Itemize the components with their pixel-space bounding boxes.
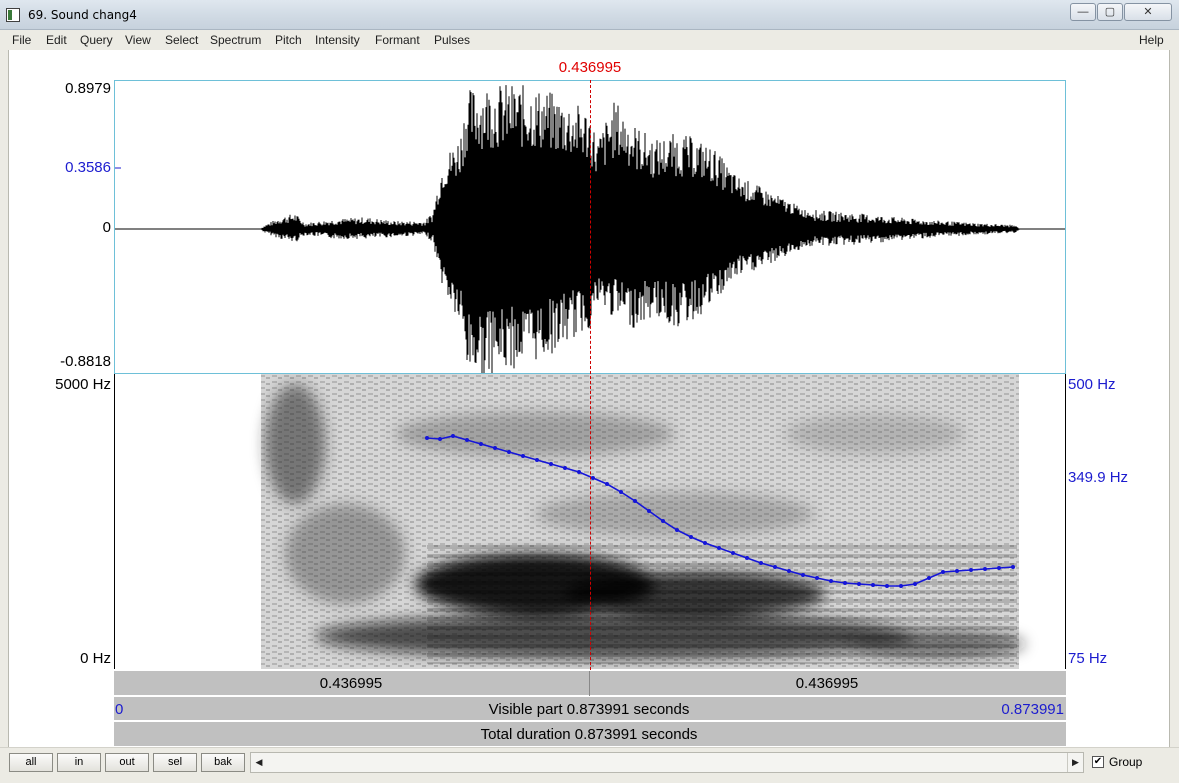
maximize-button[interactable]: ▢ xyxy=(1097,3,1123,21)
pitch-point xyxy=(829,579,833,583)
pitch-point xyxy=(857,582,861,586)
close-button[interactable]: ✕ xyxy=(1124,3,1172,21)
menu-file[interactable]: File xyxy=(12,33,31,47)
visible-part-label: Visible part 0.873991 seconds xyxy=(488,701,690,718)
pitch-max-label: 500 Hz xyxy=(1068,376,1116,393)
menu-select[interactable]: Select xyxy=(165,33,198,47)
waveform-max-label: 0.8979 xyxy=(65,80,111,97)
pitch-point xyxy=(815,576,819,580)
zoom-selection-button[interactable]: sel xyxy=(153,753,197,772)
pitch-point xyxy=(465,438,469,442)
pitch-point xyxy=(745,556,749,560)
zoom-all-button[interactable]: all xyxy=(9,753,53,772)
pitch-point xyxy=(899,584,903,588)
group-checkbox-label: Group xyxy=(1109,755,1143,769)
pitch-point xyxy=(717,546,721,550)
scroll-left-icon[interactable]: ◀ xyxy=(251,753,267,772)
pitch-point xyxy=(591,476,595,480)
menu-query[interactable]: Query xyxy=(80,33,113,47)
pitch-point xyxy=(1011,565,1015,569)
pitch-point xyxy=(605,482,609,486)
pitch-point xyxy=(997,566,1001,570)
scroll-right-icon[interactable]: ▶ xyxy=(1067,753,1083,772)
pitch-point xyxy=(927,576,931,580)
pitch-point xyxy=(535,458,539,462)
right-segment-duration[interactable]: 0.436995 xyxy=(796,675,859,692)
pitch-point xyxy=(521,454,525,458)
pitch-point xyxy=(675,528,679,532)
pitch-point xyxy=(451,434,455,438)
menu-edit[interactable]: Edit xyxy=(46,33,67,47)
pitch-point xyxy=(787,569,791,573)
left-segment-duration[interactable]: 0.436995 xyxy=(320,675,383,692)
pitch-point xyxy=(801,573,805,577)
pitch-point xyxy=(885,584,889,588)
cursor-time-label: 0.436995 xyxy=(558,59,622,76)
pitch-value-label: 349.9 Hz xyxy=(1068,469,1129,486)
horizontal-scrollbar[interactable]: ◀ ▶ xyxy=(250,752,1084,773)
pitch-point xyxy=(479,442,483,446)
pitch-point xyxy=(983,567,987,571)
bottom-toolbar: all in out sel bak ◀ ▶ ✔ Group xyxy=(0,747,1179,783)
window-title: 69. Sound chang4 xyxy=(28,8,137,22)
pitch-min-label: 75 Hz xyxy=(1068,650,1108,667)
menu-pitch[interactable]: Pitch xyxy=(275,33,302,47)
pitch-point xyxy=(425,436,429,440)
pitch-point xyxy=(843,581,847,585)
pitch-point xyxy=(563,466,567,470)
pitch-point xyxy=(941,570,945,574)
pitch-point xyxy=(549,462,553,466)
total-duration-bar[interactable]: Total duration 0.873991 seconds xyxy=(114,721,1066,746)
praat-app-icon xyxy=(6,8,20,22)
pitch-point xyxy=(493,446,497,450)
pitch-point xyxy=(619,490,623,494)
spectrogram-freq-max-label: 5000 Hz xyxy=(55,376,111,393)
menu-spectrum[interactable]: Spectrum xyxy=(210,33,261,47)
pitch-point xyxy=(871,583,875,587)
minimize-button[interactable]: — xyxy=(1070,3,1096,21)
pitch-point xyxy=(438,437,442,441)
pitch-point xyxy=(759,561,763,565)
pitch-point xyxy=(647,509,651,513)
menu-intensity[interactable]: Intensity xyxy=(315,33,360,47)
waveform-zero-label: 0 xyxy=(102,219,111,236)
zoom-back-button[interactable]: bak xyxy=(201,753,245,772)
pitch-point xyxy=(577,470,581,474)
cursor-line xyxy=(590,80,591,670)
title-bar: 69. Sound chang4 — ▢ ✕ xyxy=(0,0,1179,30)
menu-formant[interactable]: Formant xyxy=(375,33,420,47)
zoom-out-button[interactable]: out xyxy=(105,753,149,772)
waveform-min-label: -0.8818 xyxy=(60,353,111,370)
visible-start-time: 0 xyxy=(115,701,124,718)
segment-divider xyxy=(589,671,590,696)
menu-view[interactable]: View xyxy=(125,33,151,47)
menu-bar: File Edit Query View Select Spectrum Pit… xyxy=(0,30,1179,50)
pitch-point xyxy=(913,582,917,586)
selection-time-bar[interactable]: 0.436995 0.436995 xyxy=(114,670,1066,696)
waveform-value-label: 0.3586 xyxy=(65,159,111,176)
spectrogram-freq-min-label: 0 Hz xyxy=(80,650,111,667)
group-checkbox[interactable]: ✔ xyxy=(1092,756,1104,768)
zoom-in-button[interactable]: in xyxy=(57,753,101,772)
pitch-point xyxy=(689,535,693,539)
menu-help[interactable]: Help xyxy=(1139,33,1164,47)
pitch-point xyxy=(661,519,665,523)
pitch-point xyxy=(773,565,777,569)
pitch-point xyxy=(969,568,973,572)
total-duration-label: Total duration 0.873991 seconds xyxy=(480,726,698,743)
pitch-point xyxy=(731,551,735,555)
pitch-point xyxy=(507,450,511,454)
visible-end-time: 0.873991 xyxy=(1001,701,1064,718)
pitch-point xyxy=(703,541,707,545)
visible-part-bar[interactable]: 0 Visible part 0.873991 seconds 0.873991 xyxy=(114,696,1066,720)
pitch-point xyxy=(955,569,959,573)
menu-pulses[interactable]: Pulses xyxy=(434,33,470,47)
pitch-point xyxy=(633,499,637,503)
